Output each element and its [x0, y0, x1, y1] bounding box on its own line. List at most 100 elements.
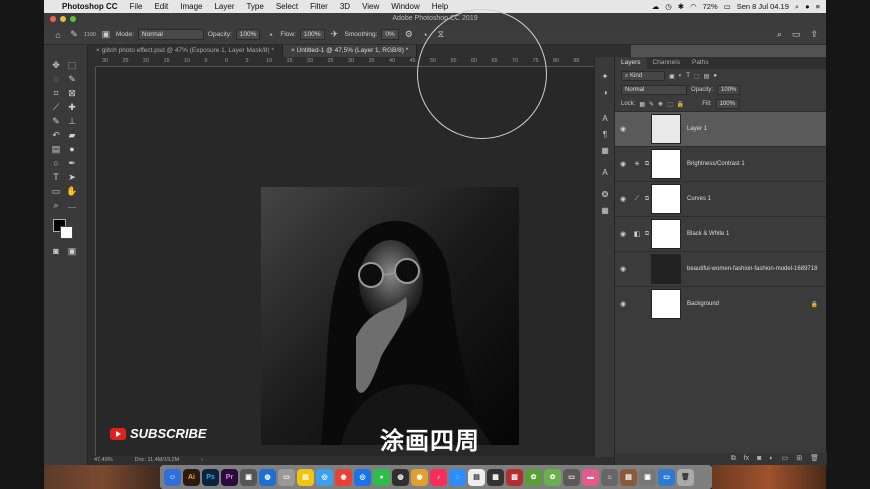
app-icon[interactable]: ◍	[259, 468, 276, 486]
app-icon[interactable]: ✿	[525, 468, 542, 486]
menu-3d[interactable]: 3D	[334, 2, 356, 11]
lock-position-icon[interactable]: ✥	[658, 101, 663, 108]
trash-icon[interactable]: 🗑	[810, 453, 819, 465]
libraries-icon[interactable]: ▦	[599, 145, 611, 157]
new-adjustment-icon[interactable]: ◐	[769, 453, 773, 465]
menu-type[interactable]: Type	[240, 2, 269, 11]
illustrator-icon[interactable]: Ai	[183, 468, 200, 486]
brush-tool-icon[interactable]: ✎	[50, 115, 62, 127]
eraser-tool-icon[interactable]: ▰	[66, 129, 78, 141]
layer-row[interactable]: ◉ ⟋ ⧉ Curves 1	[615, 181, 826, 216]
brush-size[interactable]: 1100	[84, 32, 96, 38]
menu-view[interactable]: View	[356, 2, 385, 11]
menu-file[interactable]: File	[124, 2, 149, 11]
new-layer-icon[interactable]: ⊞	[796, 453, 802, 465]
layer-style-icon[interactable]: fx	[744, 453, 749, 465]
filter-toggle-icon[interactable]: ●	[713, 73, 717, 79]
app-icon[interactable]: ▤	[468, 468, 485, 486]
creative-cloud-icon[interactable]: ☁	[652, 2, 660, 11]
kind-filter[interactable]: ⌕ Kind	[621, 71, 665, 81]
status-arrow-icon[interactable]: ›	[201, 456, 203, 465]
horizontal-ruler[interactable]: 30 25 20 15 10 5 0 5 10 15 20 25 30 35 40 45 50 55 60 65 70 7…	[96, 57, 631, 67]
new-group-icon[interactable]: ▭	[782, 453, 789, 465]
app-icon[interactable]: ◍	[392, 468, 409, 486]
wechat-icon[interactable]: ●	[373, 468, 390, 486]
adjustments-icon[interactable]: ◑	[599, 87, 611, 99]
app-icon[interactable]: ▭	[278, 468, 295, 486]
move-tool-icon[interactable]: ✥	[50, 59, 62, 71]
blur-tool-icon[interactable]: ●	[66, 143, 78, 155]
eyedropper-tool-icon[interactable]: ⟋	[50, 101, 62, 113]
app-icon[interactable]: ◌	[449, 468, 466, 486]
menu-select[interactable]: Select	[270, 2, 304, 11]
background-color[interactable]	[60, 226, 73, 239]
type-tool-icon[interactable]: T	[50, 171, 62, 183]
filter-type-icon[interactable]: T	[686, 73, 690, 79]
add-mask-icon[interactable]: ◙	[757, 453, 761, 465]
layer-row[interactable]: ◉ Background 🔒	[615, 286, 826, 321]
path-select-icon[interactable]: ➤	[66, 171, 78, 183]
frame-tool-icon[interactable]: ⊠	[66, 87, 78, 99]
app-icon[interactable]: ⌂	[601, 468, 618, 486]
dodge-tool-icon[interactable]: ○	[50, 157, 62, 169]
music-icon[interactable]: ♪	[430, 468, 447, 486]
chrome-icon[interactable]: ◉	[335, 468, 352, 486]
zoom-tool-icon[interactable]: ⌕	[50, 199, 62, 211]
app-icon[interactable]: ▣	[639, 468, 656, 486]
app-icon[interactable]: ▬	[582, 468, 599, 486]
search-icon[interactable]: ⌕	[777, 29, 782, 40]
paragraph-icon[interactable]: ¶	[599, 129, 611, 141]
quick-select-tool-icon[interactable]: ✎	[66, 73, 78, 85]
eye-icon[interactable]: ◉	[615, 265, 631, 273]
styles-icon[interactable]: ❂	[599, 189, 611, 201]
smoothing-options-icon[interactable]: ⚙	[403, 29, 415, 40]
link-layers-icon[interactable]: ⧉	[731, 453, 736, 465]
glyphs-icon[interactable]: A	[599, 167, 611, 179]
healing-tool-icon[interactable]: ✚	[66, 101, 78, 113]
close-icon[interactable]	[50, 16, 56, 22]
eye-icon[interactable]: ◉	[615, 230, 631, 238]
brush-tool-icon[interactable]: ✎	[68, 29, 80, 40]
minimize-icon[interactable]	[60, 16, 66, 22]
app-icon[interactable]: ◎	[354, 468, 371, 486]
notes-icon[interactable]: ▤	[297, 468, 314, 486]
tab-layers[interactable]: Layers	[615, 57, 647, 69]
lock-pixels-icon[interactable]: ✎	[649, 101, 654, 108]
smoothing-input[interactable]: 0%	[381, 29, 399, 40]
folder-icon[interactable]: ▭	[658, 468, 675, 486]
app-icon[interactable]: ✿	[544, 468, 561, 486]
eye-icon[interactable]: ◉	[615, 195, 631, 203]
character-icon[interactable]: A	[599, 113, 611, 125]
menu-window[interactable]: Window	[385, 2, 425, 11]
filter-shape-icon[interactable]: ⬚	[694, 73, 700, 80]
eye-icon[interactable]: ◉	[615, 300, 631, 308]
fill-input[interactable]: 100%	[715, 99, 739, 109]
filter-pixel-icon[interactable]: ▣	[669, 73, 675, 80]
zoom-level[interactable]: 47,49%	[94, 456, 113, 465]
menu-help[interactable]: Help	[426, 2, 454, 11]
layer-row[interactable]: ◉ ◧ ⧉ Black & White 1	[615, 216, 826, 251]
lock-transparent-icon[interactable]: ▦	[639, 101, 645, 108]
menu-app-name[interactable]: Photoshop CC	[56, 2, 124, 11]
eye-icon[interactable]: ◉	[615, 160, 631, 168]
gradient-tool-icon[interactable]: ▤	[50, 143, 62, 155]
notification-icon[interactable]: ≡	[816, 2, 820, 11]
menu-image[interactable]: Image	[174, 2, 208, 11]
workspace-icon[interactable]: ▭	[792, 29, 801, 40]
photoshop-icon[interactable]: Ps	[202, 468, 219, 486]
finder-icon[interactable]: ☺	[164, 468, 181, 486]
menu-edit[interactable]: Edit	[148, 2, 174, 11]
hand-tool-icon[interactable]: ✋	[66, 185, 78, 197]
menu-layer[interactable]: Layer	[208, 2, 240, 11]
battery-icon[interactable]: ▭	[724, 2, 731, 11]
layer-row[interactable]: ◉ Layer 1	[615, 111, 826, 146]
spotlight-icon[interactable]: ⌕	[795, 2, 799, 12]
blend-mode-select[interactable]: Normal	[621, 85, 687, 95]
mode-select[interactable]: Normal	[137, 29, 204, 40]
app-icon[interactable]: ◉	[411, 468, 428, 486]
eye-icon[interactable]: ◉	[615, 125, 631, 133]
layer-row[interactable]: ◉ beautiful-women-fashion-fashion-model-…	[615, 251, 826, 286]
wifi-icon[interactable]: ◠	[690, 2, 697, 11]
tab-glitch[interactable]: × glitch photo effect.psd @ 47% (Exposur…	[88, 45, 283, 57]
airbrush-icon[interactable]: ✈	[329, 29, 341, 40]
